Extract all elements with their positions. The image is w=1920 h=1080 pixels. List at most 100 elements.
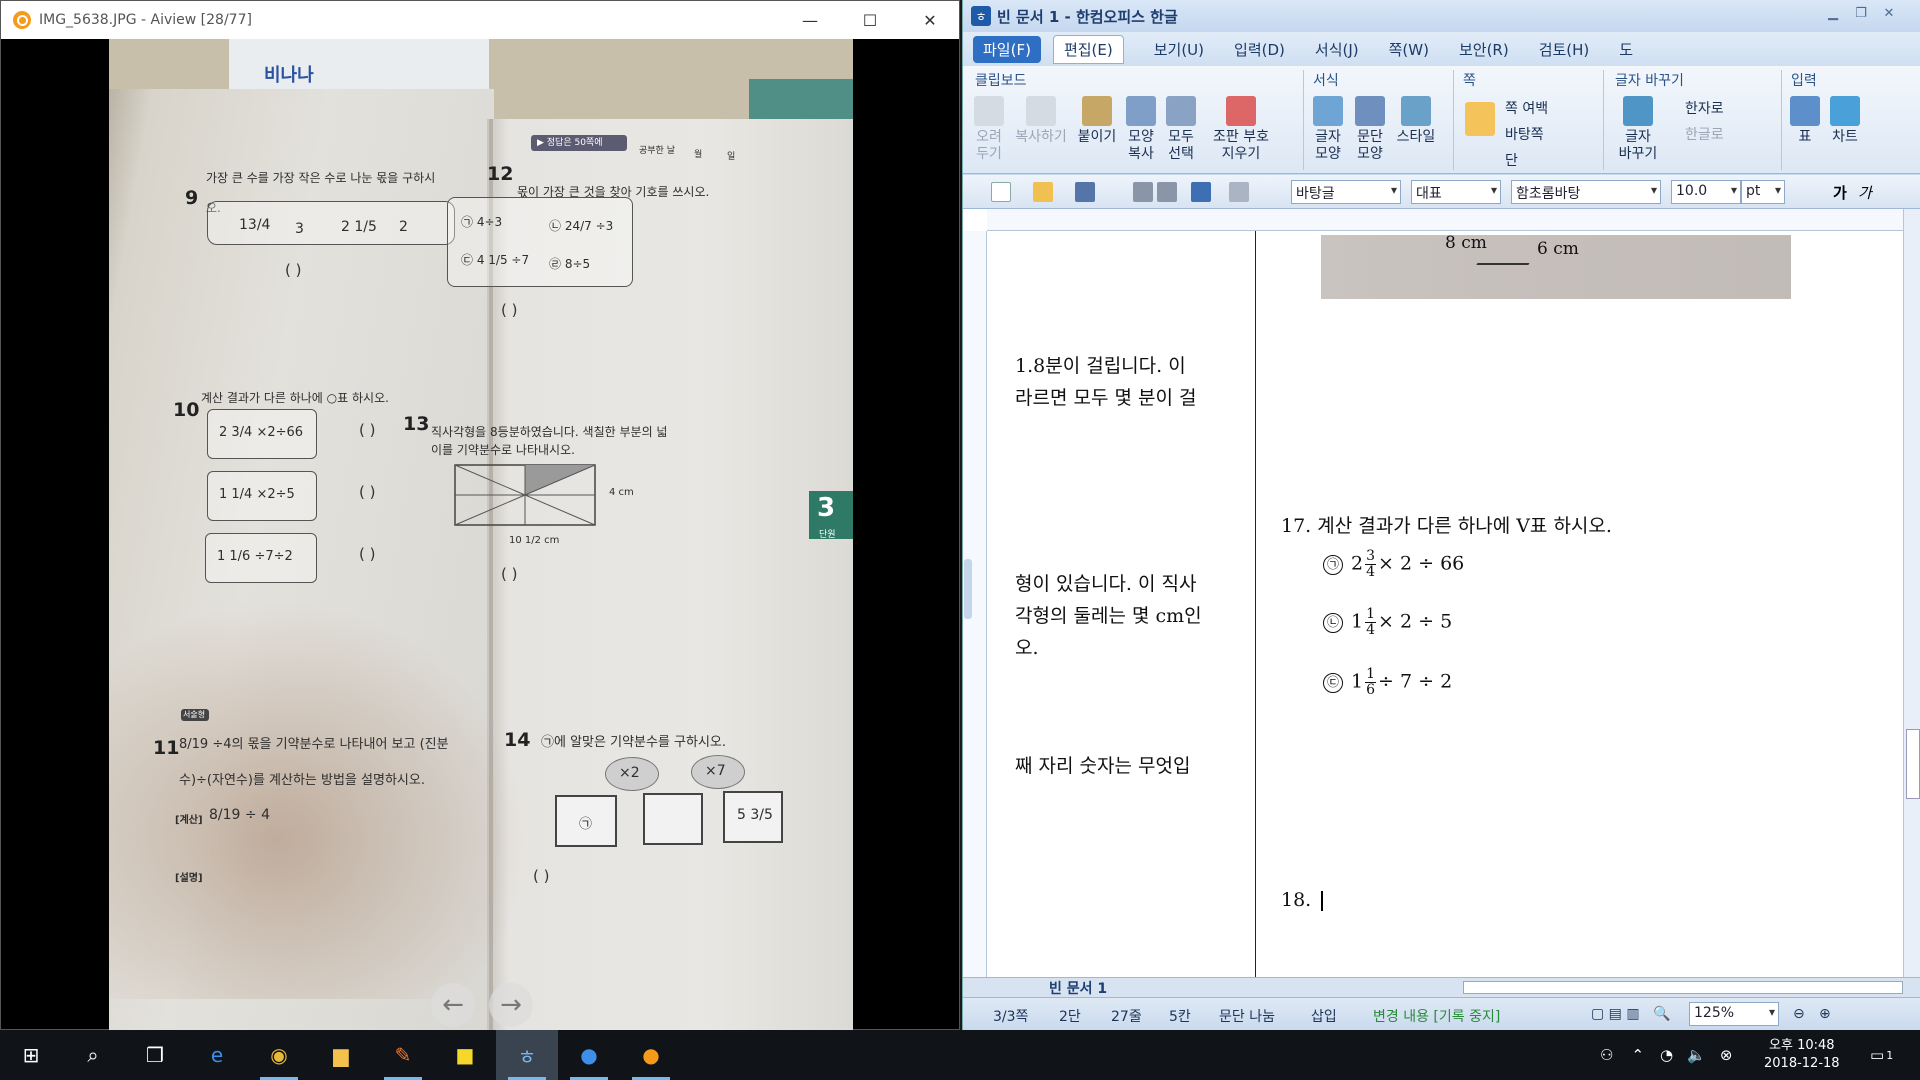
q12-number: 12 xyxy=(487,163,514,185)
file-explorer-button[interactable]: ▆ xyxy=(310,1030,372,1080)
page-setup-button[interactable] xyxy=(1461,102,1499,139)
hancom-close-button[interactable]: ✕ xyxy=(1877,6,1901,26)
task-view-icon: ❒ xyxy=(146,1043,164,1067)
vertical-scrollbar[interactable] xyxy=(1903,209,1920,977)
char-swap-button[interactable]: 글자 바꾸기 xyxy=(1609,96,1667,163)
q13-text: 직사각형을 8등분하였습니다. 색칠한 부분의 넓 xyxy=(431,425,668,439)
hancom-taskbar-button[interactable]: ㅎ xyxy=(496,1030,558,1080)
volume-icon[interactable]: 🔈 xyxy=(1687,1046,1706,1064)
status-view-icons[interactable]: ▢ ▤ ▥ xyxy=(1591,1006,1640,1022)
task-view-button[interactable]: ❒ xyxy=(124,1030,186,1080)
doc-tab[interactable]: 빈 문서 1 xyxy=(1049,978,1107,998)
aiview-titlebar[interactable]: IMG_5638.JPG - Aiview [28/77] — ☐ ✕ xyxy=(1,1,959,39)
save-icon[interactable] xyxy=(1075,182,1095,202)
to-hangul-button[interactable]: 한글로 xyxy=(1685,124,1724,144)
to-hanja-button[interactable]: 한자로 xyxy=(1685,98,1724,118)
sticky-notes-button[interactable]: ■ xyxy=(434,1030,496,1080)
notification-button[interactable]: ▭ 1 xyxy=(1870,1030,1893,1080)
print-icon[interactable] xyxy=(1133,182,1153,202)
style-button[interactable]: 스타일 xyxy=(1393,96,1439,146)
italic-button[interactable]: 가 xyxy=(1858,182,1872,203)
status-track-changes[interactable]: 변경 내용 [기록 중지] xyxy=(1373,1006,1500,1026)
prev-image-button[interactable]: ← xyxy=(431,983,475,1027)
paste-button[interactable]: 붙이기 xyxy=(1075,96,1119,146)
ime-icon[interactable]: ⊗ xyxy=(1720,1046,1733,1064)
menu-tools[interactable]: 도 xyxy=(1619,39,1633,60)
menu-input[interactable]: 입력(D) xyxy=(1234,39,1285,60)
clock[interactable]: 오후 10:48 2018-12-18 xyxy=(1764,1030,1840,1080)
people-icon[interactable]: ⚇ xyxy=(1600,1046,1613,1064)
style-select[interactable]: 바탕글 xyxy=(1291,180,1401,204)
status-page[interactable]: 3/3쪽 xyxy=(993,1006,1028,1026)
menu-view[interactable]: 보기(U) xyxy=(1154,39,1204,60)
document-area[interactable]: 8 cm 6 cm 1.8분이 걸립니다. 이 라르면 모두 몇 분이 걸 형이… xyxy=(963,209,1920,977)
app-button-orange[interactable]: ✎ xyxy=(372,1030,434,1080)
master-page-button[interactable]: 바탕쪽 xyxy=(1505,124,1544,144)
q10-blank-3: ( ) xyxy=(359,545,376,563)
minimize-button[interactable]: — xyxy=(787,1,833,39)
format-copy-button[interactable]: 모양 복사 xyxy=(1123,96,1159,163)
menu-file[interactable]: 파일(F) xyxy=(973,35,1041,63)
zoom-icon[interactable]: 🔍 xyxy=(1653,1006,1670,1022)
wifi-icon[interactable]: ◔ xyxy=(1660,1046,1673,1064)
chrome-button[interactable]: ◉ xyxy=(248,1030,310,1080)
char-shape-button[interactable]: 글자 모양 xyxy=(1309,96,1347,163)
columns-button[interactable]: 단 xyxy=(1505,150,1518,170)
zoom-out-button[interactable]: ⊖ xyxy=(1793,1006,1805,1022)
hancom-titlebar[interactable]: ㅎ 빈 문서 1 - 한컴오피스 한글 ▁ ❐ ✕ xyxy=(963,0,1920,32)
copy-button[interactable]: 복사하기 xyxy=(1011,96,1071,146)
language-select[interactable]: 대표 xyxy=(1411,180,1501,204)
zoom-select[interactable]: 125% xyxy=(1689,1002,1779,1026)
font-select[interactable]: 함초롬바탕 xyxy=(1511,180,1661,204)
menu-page[interactable]: 쪽(W) xyxy=(1389,39,1429,60)
para-shape-button[interactable]: 문단 모양 xyxy=(1351,96,1389,163)
page-margin-button[interactable]: 쪽 여백 xyxy=(1505,98,1548,118)
preview-icon[interactable] xyxy=(1157,182,1177,202)
cut-button[interactable]: 오려 두기 xyxy=(971,96,1007,163)
font-unit-select[interactable]: pt xyxy=(1741,180,1785,204)
search-button[interactable]: ⌕ xyxy=(62,1030,124,1080)
horizontal-ruler[interactable] xyxy=(987,209,1903,231)
group-clipboard: 클립보드 xyxy=(975,73,1027,89)
scroll-thumb[interactable] xyxy=(1906,729,1920,799)
close-button[interactable]: ✕ xyxy=(907,1,953,39)
hancom-restore-button[interactable]: ❐ xyxy=(1849,6,1873,26)
status-insert-mode[interactable]: 삽입 xyxy=(1311,1006,1337,1026)
left-text-line-6: 째 자리 숫자는 무엇입 xyxy=(1015,755,1191,777)
clear-markup-button[interactable]: 조판 부호 지우기 xyxy=(1203,96,1279,163)
open-folder-icon[interactable] xyxy=(1033,182,1053,202)
chevron-up-icon[interactable]: ⌃ xyxy=(1631,1046,1644,1064)
sticky-note-icon: ■ xyxy=(455,1043,475,1067)
insert-table-button[interactable]: 표 xyxy=(1789,96,1821,146)
q13-width-label: 10 1/2 cm xyxy=(509,535,560,546)
bold-button[interactable]: 가 xyxy=(1833,182,1847,203)
zoom-in-button[interactable]: ⊕ xyxy=(1819,1006,1831,1022)
font-size-input[interactable]: 10.0 xyxy=(1671,180,1741,204)
app-button-blue[interactable]: ● xyxy=(558,1030,620,1080)
redo-icon[interactable] xyxy=(1229,182,1249,202)
hancom-minimize-button[interactable]: ▁ xyxy=(1821,6,1845,26)
aiview-taskbar-button[interactable]: ● xyxy=(620,1030,682,1080)
clear-markup-icon xyxy=(1226,96,1256,126)
text-cursor xyxy=(1321,891,1323,911)
menu-edit[interactable]: 편집(E) xyxy=(1052,34,1124,64)
photo-viewport[interactable]: 비나나 ▶ 정답은 50쪽에 공부한 날 월 일 9 가장 큰 수를 가장 작은… xyxy=(109,39,853,1031)
select-all-button[interactable]: 모두 선택 xyxy=(1163,96,1199,163)
start-button[interactable]: ⊞ xyxy=(0,1030,62,1080)
clock-date: 2018-12-18 xyxy=(1764,1056,1840,1071)
menu-format[interactable]: 서식(J) xyxy=(1315,39,1359,60)
side-panel-toggle[interactable] xyxy=(964,559,972,619)
numerator: 3 xyxy=(1365,548,1377,565)
undo-icon[interactable] xyxy=(1191,182,1211,202)
menu-review[interactable]: 검토(H) xyxy=(1539,39,1590,60)
edge-button[interactable]: e xyxy=(186,1030,248,1080)
horizontal-scrollbar[interactable] xyxy=(1463,981,1903,994)
menu-security[interactable]: 보안(R) xyxy=(1459,39,1509,60)
paste-icon xyxy=(1082,96,1112,126)
next-image-button[interactable]: → xyxy=(489,983,533,1027)
copy-icon xyxy=(1026,96,1056,126)
pen-icon: ✎ xyxy=(394,1043,412,1067)
new-doc-icon[interactable] xyxy=(991,182,1011,202)
maximize-button[interactable]: ☐ xyxy=(847,1,893,39)
insert-chart-button[interactable]: 차트 xyxy=(1825,96,1865,146)
